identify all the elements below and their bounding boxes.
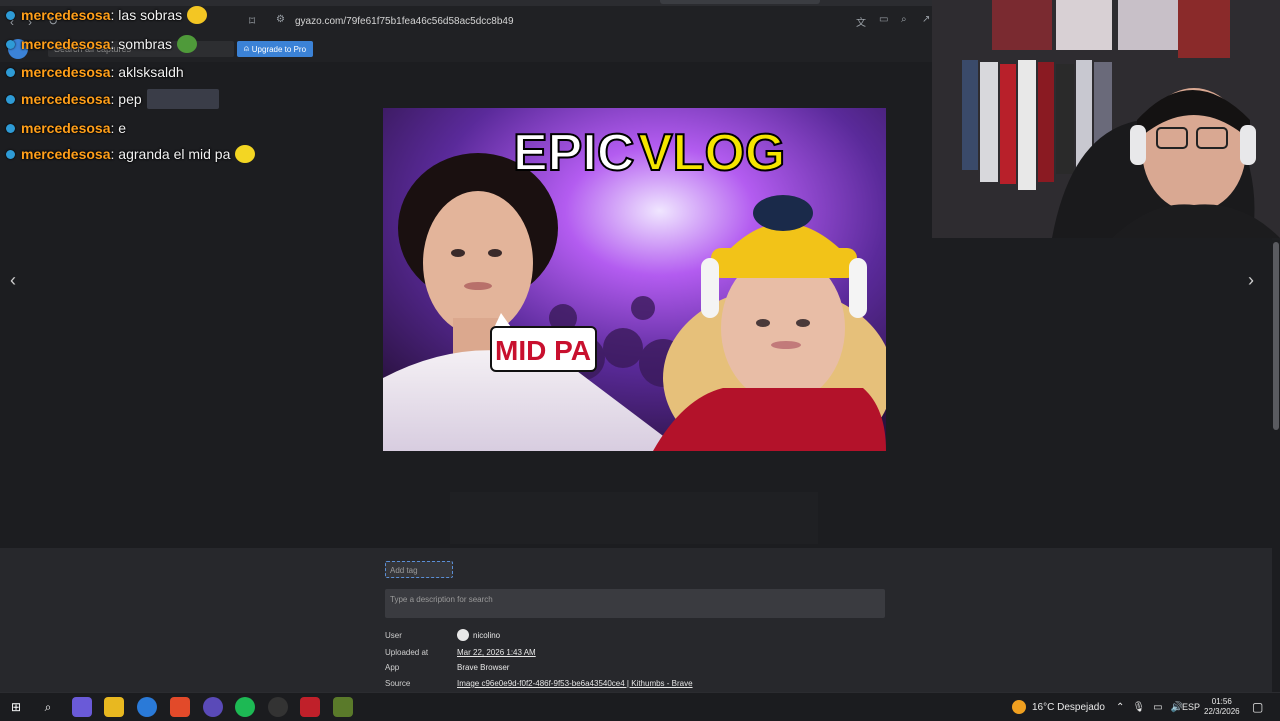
obs-icon[interactable] — [268, 697, 288, 717]
placeholder-area — [450, 492, 818, 544]
start-icon[interactable]: ⊞ — [6, 697, 26, 717]
app-icon[interactable] — [203, 697, 223, 717]
chat-text: agranda el mid pa — [118, 146, 231, 162]
search-icon[interactable]: ⌕ — [38, 697, 58, 717]
user-icon: ⍝ — [243, 44, 249, 53]
chat-badge-icon — [6, 94, 15, 104]
copilot-icon[interactable] — [72, 697, 92, 717]
meta-key-app: App — [385, 663, 400, 672]
chat-badge-icon — [6, 149, 15, 159]
reader-icon[interactable]: ▭ — [879, 14, 888, 25]
chat-username: mercedesosa — [21, 36, 111, 52]
chat-username: mercedesosa — [21, 120, 111, 136]
weather-text: 16°C Despejado — [1032, 701, 1105, 713]
clock-time: 01:56 — [1211, 697, 1232, 706]
face-emote-icon — [146, 89, 219, 109]
chat-message: mercedesosa: pep — [6, 88, 219, 110]
upgrade-label: Upgrade to Pro — [251, 44, 307, 54]
chat-text: pep — [118, 91, 142, 107]
chat-badge-icon — [6, 67, 15, 77]
site-info-icon[interactable]: ⚙ — [276, 14, 285, 25]
chat-text: las sobras — [118, 7, 183, 23]
upgrade-button[interactable]: ⍝ Upgrade to Pro — [237, 41, 313, 57]
weather-widget[interactable]: 16°C Despejado — [1012, 693, 1105, 721]
meta-value-app: Brave Browser — [457, 663, 510, 672]
chevron-up-icon[interactable]: ⌃ — [1116, 702, 1124, 713]
chat-message: mercedesosa: las sobras — [6, 4, 208, 26]
edge-icon[interactable] — [137, 697, 157, 717]
bubble-text: MID PA — [495, 335, 591, 366]
thumbnail-title-epic: EPIC — [513, 124, 634, 182]
neutral-emote-icon — [235, 145, 256, 163]
thumbnail-title-vlog: VLOG — [638, 124, 785, 182]
chat-message: mercedesosa: e — [6, 117, 126, 139]
webcam-feed — [932, 0, 1280, 238]
moon-icon — [1012, 700, 1026, 714]
add-tag-input[interactable]: Add tag — [385, 561, 453, 578]
meta-value-uploaded[interactable]: Mar 22, 2026 1:43 AM — [457, 648, 536, 657]
chat-message: mercedesosa: aklsksaldh — [6, 61, 184, 83]
app-red-icon[interactable] — [300, 697, 320, 717]
capture-image: EPIC VLOG MID PA — [383, 108, 886, 451]
chat-text: aklsksaldh — [118, 64, 184, 80]
chat-badge-icon — [6, 39, 15, 49]
brave-icon[interactable] — [170, 697, 190, 717]
scrollbar-thumb[interactable] — [1273, 242, 1279, 430]
address-bar[interactable]: ⚙ gyazo.com/79fe61f75b1fea46c56d58ac5dcc… — [268, 10, 932, 32]
cool-emote-icon — [187, 6, 208, 24]
chat-badge-icon — [6, 10, 15, 20]
chat-username: mercedesosa — [21, 146, 111, 162]
chat-text: e — [118, 120, 127, 136]
chat-username: mercedesosa — [21, 7, 111, 23]
file-explorer-icon[interactable] — [104, 697, 124, 717]
system-tray: ⌃ 🎙 ▭ 🔊 — [1116, 693, 1183, 721]
translate-icon[interactable]: 文 — [856, 14, 866, 29]
zoom-icon[interactable]: ⌕ — [901, 14, 907, 25]
share-icon[interactable]: ↗ — [922, 14, 930, 25]
mic-icon[interactable]: 🎙 — [1132, 702, 1145, 713]
chat-username: mercedesosa — [21, 91, 111, 107]
thumbnail-art: EPIC VLOG MID PA — [383, 108, 886, 451]
chat-message: mercedesosa: sombras — [6, 33, 197, 55]
spotify-icon[interactable] — [235, 697, 255, 717]
chat-username: mercedesosa — [21, 64, 111, 80]
network-icon[interactable]: ▭ — [1153, 702, 1162, 713]
info-panel — [0, 548, 1272, 694]
chat-text: sombras — [118, 36, 172, 52]
minecraft-icon[interactable] — [333, 697, 353, 717]
notification-icon[interactable]: ▢ — [1252, 693, 1263, 721]
clock-date: 22/3/2026 — [1204, 707, 1240, 716]
meta-key-uploaded: Uploaded at — [385, 648, 429, 657]
clock[interactable]: 01:56 22/3/2026 — [1204, 693, 1240, 721]
next-arrow-icon[interactable]: › — [1248, 270, 1254, 291]
language-indicator[interactable]: ESP — [1182, 693, 1200, 721]
bookmark-icon[interactable]: ⌑ — [249, 14, 255, 28]
meta-key-source: Source — [385, 679, 411, 688]
meta-value-user[interactable]: nicolino — [473, 631, 500, 640]
url-text: gyazo.com/79fe61f75b1fea46c56d58ac5dcc8b… — [295, 15, 514, 27]
user-avatar-icon — [457, 629, 469, 641]
meta-value-source[interactable]: Image c96e0e9d-f0f2-486f-9f53-be6a43540c… — [457, 679, 693, 688]
description-input[interactable]: Type a description for search — [385, 589, 885, 618]
chat-message: mercedesosa: agranda el mid pa — [6, 143, 256, 165]
webcam-scene — [932, 0, 1280, 238]
taskbar: ⊞ ⌕ 16°C Despejado ⌃ 🎙 ▭ 🔊 ESP 01:56 22/… — [0, 692, 1280, 721]
chat-badge-icon — [6, 123, 15, 133]
active-tab[interactable] — [660, 0, 820, 4]
meta-key-user: User — [385, 631, 402, 640]
prev-arrow-icon[interactable]: ‹ — [10, 270, 16, 291]
pepe-emote-icon — [176, 35, 197, 53]
